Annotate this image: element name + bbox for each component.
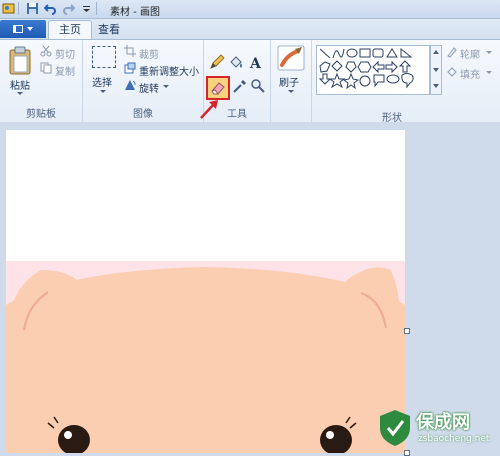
resize-icon [124, 62, 136, 74]
shapes-gallery[interactable] [316, 45, 430, 95]
shapes-gallery-scrollbar[interactable] [430, 45, 442, 95]
tab-home[interactable]: 主页 [48, 20, 92, 40]
copy-icon [40, 62, 52, 74]
paste-dropdown-icon[interactable] [17, 92, 23, 95]
ribbon: 粘贴 剪切 复制 剪贴板 选择 裁剪 重新调整大小 旋转 图像 A 工具 刷子 … [0, 39, 500, 124]
chevron-down-icon [27, 27, 33, 31]
drawing-canvas[interactable] [6, 130, 405, 453]
resize-button[interactable]: 重新调整大小 [139, 63, 199, 78]
window-title: 素材 - 画图 [110, 7, 160, 18]
select-dropdown-icon[interactable] [100, 90, 106, 93]
outline-dropdown-icon[interactable] [486, 51, 492, 54]
copy-button[interactable]: 复制 [55, 63, 75, 78]
magnifier-icon[interactable] [249, 77, 267, 95]
color-picker-icon[interactable] [231, 77, 249, 95]
image-group-label: 图像 [133, 109, 153, 120]
tab-view[interactable]: 查看 [88, 21, 130, 39]
undo-icon[interactable] [44, 2, 57, 15]
rotate-icon [125, 80, 136, 90]
rotate-dropdown-icon[interactable] [163, 85, 169, 88]
scissors-icon [40, 45, 52, 57]
svg-text:A: A [249, 56, 262, 71]
rotate-button[interactable]: 旋转 [139, 80, 159, 95]
gallery-scroll-arrows-icon [433, 50, 439, 88]
text-tool-icon[interactable]: A [246, 53, 264, 71]
crop-button[interactable]: 裁剪 [139, 46, 159, 61]
fill-bucket-icon[interactable] [227, 53, 245, 71]
canvas-workspace: 保成网 zsbaocheng.net [0, 122, 500, 456]
brushes-group: 刷子 [271, 40, 312, 122]
save-icon[interactable] [26, 2, 39, 15]
watermark-title: 保成网 [416, 412, 470, 433]
canvas-resize-handle[interactable] [404, 328, 410, 334]
shapes-gallery-grid [318, 47, 414, 90]
fill-icon [447, 67, 457, 77]
paint-app-icon [2, 3, 15, 14]
pig-image [6, 130, 405, 453]
file-menu-icon [13, 25, 23, 33]
eraser-icon [211, 82, 225, 95]
watermark-shield-icon [380, 410, 410, 446]
brush-icon[interactable] [277, 45, 305, 71]
paste-button-label[interactable]: 粘贴 [10, 77, 30, 92]
watermark: 保成网 zsbaocheng.net [372, 402, 500, 453]
clipboard-group: 粘贴 剪切 复制 剪贴板 [0, 40, 83, 122]
tools-group-label: 工具 [227, 109, 247, 120]
paste-icon[interactable] [8, 46, 32, 76]
select-button-label[interactable]: 选择 [92, 74, 112, 89]
brushes-dropdown-icon[interactable] [288, 90, 294, 93]
tools-group: A 工具 [200, 40, 271, 122]
redo-icon[interactable] [62, 2, 75, 15]
select-icon[interactable] [92, 46, 116, 68]
outline-icon [447, 47, 457, 58]
ribbon-tabs: 主页 查看 [0, 19, 500, 40]
clipboard-group-label: 剪贴板 [26, 109, 56, 120]
fill-button[interactable]: 填充 [460, 66, 480, 81]
cut-button[interactable]: 剪切 [55, 46, 75, 61]
image-group: 选择 裁剪 重新调整大小 旋转 图像 [83, 40, 204, 122]
file-menu-button[interactable] [0, 20, 46, 38]
watermark-url: zsbaocheng.net [418, 434, 490, 444]
title-bar: 素材 - 画图 [0, 0, 500, 19]
fill-dropdown-icon[interactable] [486, 71, 492, 74]
eraser-tool-button[interactable] [206, 76, 230, 100]
customize-quick-access-icon[interactable] [80, 2, 93, 15]
pencil-icon[interactable] [208, 53, 226, 71]
brushes-button-label[interactable]: 刷子 [279, 74, 299, 89]
crop-icon [124, 45, 136, 57]
outline-button[interactable]: 轮廓 [460, 46, 480, 61]
